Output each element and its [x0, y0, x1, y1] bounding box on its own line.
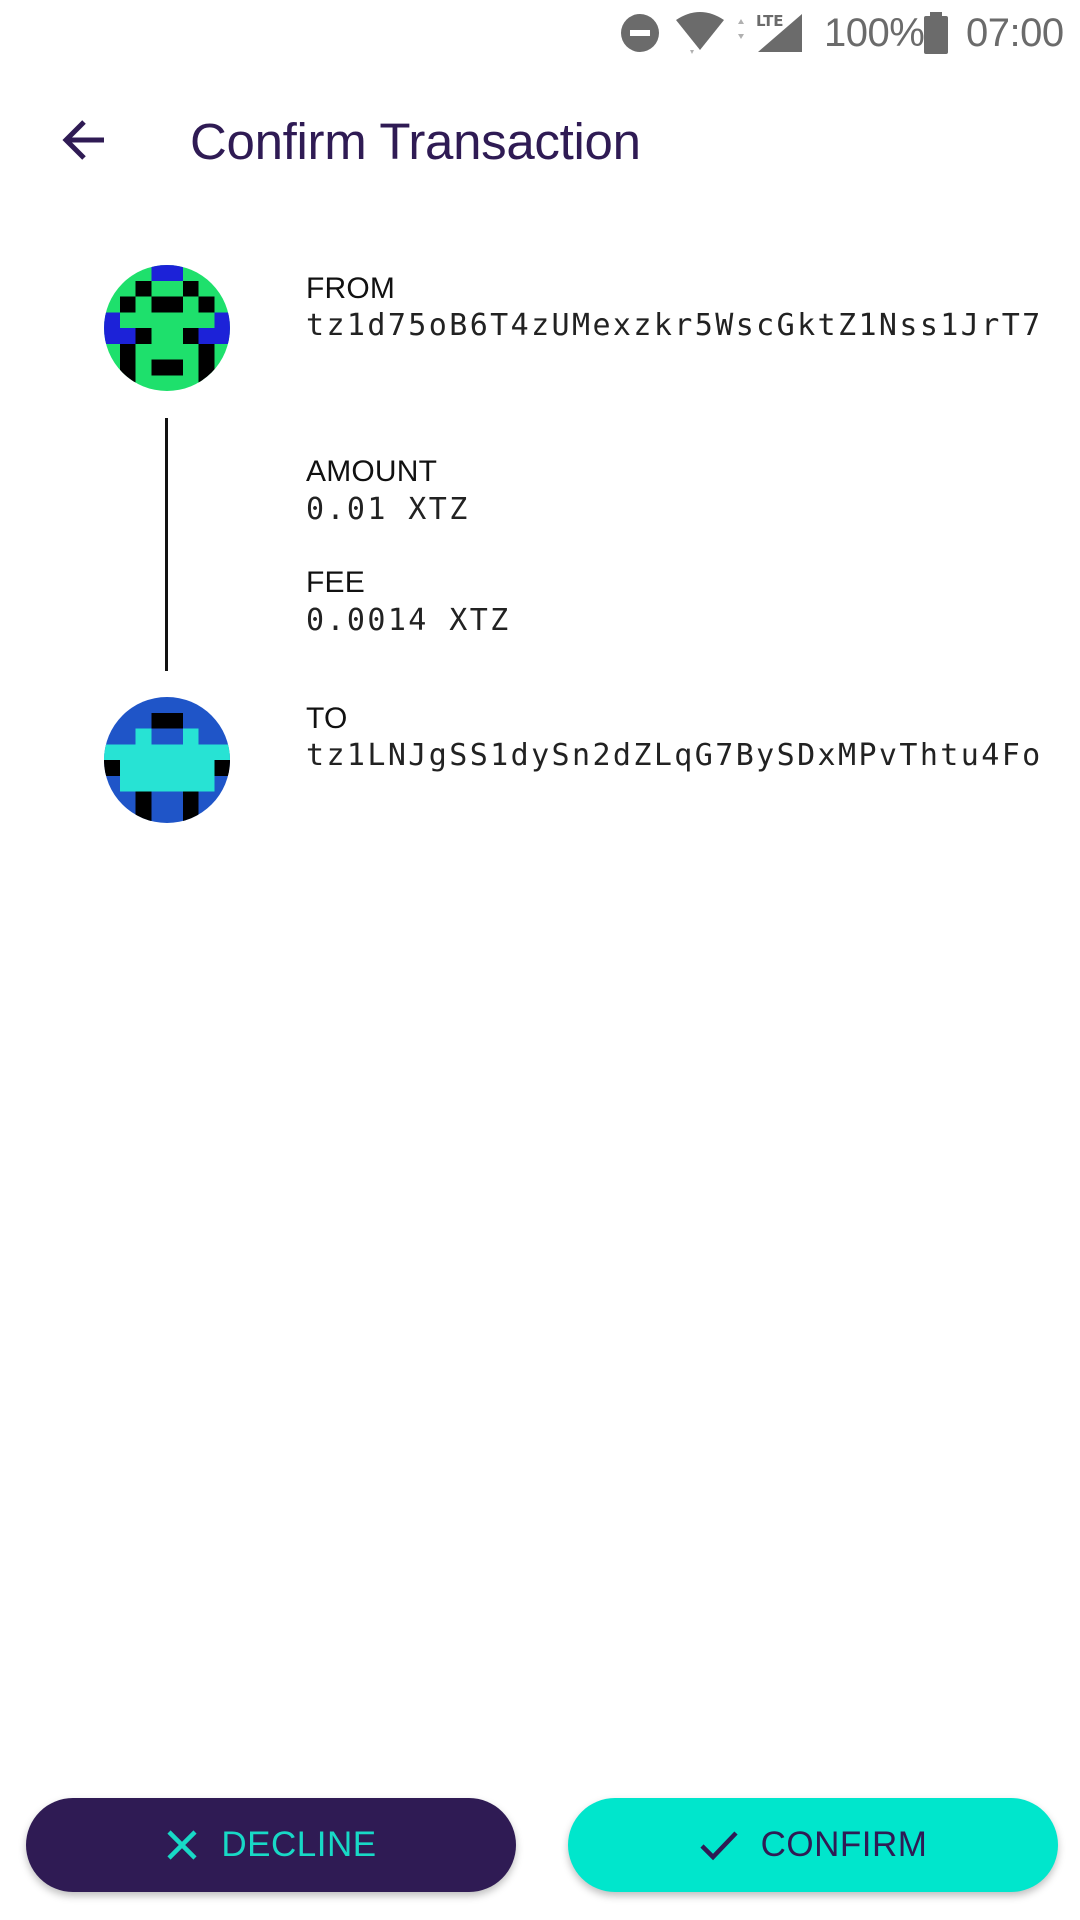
- connector-line: [165, 418, 168, 671]
- sender-avatar: [104, 265, 230, 391]
- confirm-label: CONFIRM: [760, 1825, 928, 1864]
- decline-button[interactable]: DECLINE: [26, 1798, 516, 1892]
- amount-value: 0.01 XTZ: [306, 492, 470, 527]
- wifi-icon: [674, 10, 726, 56]
- page-title: Confirm Transaction: [190, 113, 641, 170]
- back-button[interactable]: [48, 106, 120, 178]
- battery-percent: 100%: [824, 10, 925, 55]
- confirm-button[interactable]: CONFIRM: [568, 1798, 1058, 1892]
- amount-label: AMOUNT: [306, 455, 438, 488]
- do-not-disturb-icon: [620, 10, 660, 56]
- decline-label: DECLINE: [221, 1825, 377, 1864]
- from-label: FROM: [306, 272, 396, 305]
- fee-label: FEE: [306, 566, 365, 599]
- close-icon: [165, 1828, 199, 1862]
- from-address: tz1d75oB6T4zUMexzkr5WscGktZ1Nss1JrT7: [306, 308, 1043, 343]
- to-address: tz1LNJgSS1dySn2dZLqG7BySDxMPvThtu4Fo: [306, 738, 1043, 773]
- status-bar: LTE 100% 07:00: [0, 0, 1080, 66]
- recipient-avatar: [104, 697, 230, 823]
- check-icon: [699, 1828, 739, 1862]
- lte-signal-icon: LTE: [734, 10, 806, 56]
- to-label: TO: [306, 702, 348, 735]
- fee-value: 0.0014 XTZ: [306, 603, 511, 638]
- battery-icon: [922, 10, 950, 56]
- arrow-back-icon: [58, 114, 110, 171]
- lte-label: LTE: [756, 12, 784, 30]
- clock: 07:00: [966, 10, 1064, 55]
